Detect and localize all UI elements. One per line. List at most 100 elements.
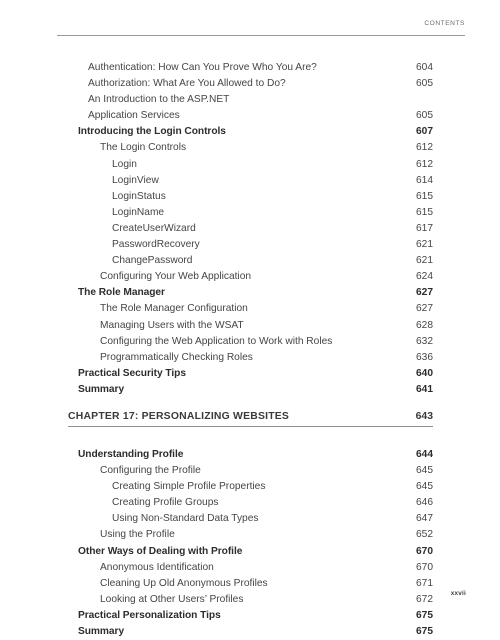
toc-entry-title: Configuring the Web Application to Work …	[100, 335, 333, 347]
toc-entry-title: Configuring Your Web Application	[100, 271, 252, 283]
toc-entry: Understanding Profile 644	[0, 447, 500, 463]
running-head-label: CONTENTS	[424, 20, 465, 27]
toc-entry-title: ChangePassword	[112, 255, 193, 267]
chapter-heading-rule	[68, 425, 433, 428]
toc-entry-page-number: 670	[416, 545, 433, 557]
toc-entry-title: LoginName	[112, 206, 165, 218]
toc-entry: LoginStatus 615	[0, 189, 500, 205]
toc-entry-page-number: 615	[416, 190, 433, 202]
toc-entry-page-number: 645	[416, 481, 433, 493]
toc-entry-page-number: 605	[416, 110, 433, 122]
toc-entry-title: Application Services	[88, 110, 180, 122]
toc-entry: CreateUserWizard 617	[0, 221, 500, 237]
toc-entry: PasswordRecovery 621	[0, 237, 500, 253]
toc-entry-title: Practical Personalization Tips	[78, 609, 221, 621]
toc-entry-page-number: 670	[416, 561, 433, 573]
toc-entry-page-number: 627	[416, 303, 433, 315]
toc-entry-page-number: 646	[416, 497, 433, 509]
toc-entry-title: Anonymous Identification	[100, 561, 214, 573]
toc-entry: The Role Manager Configuration 627	[0, 301, 500, 317]
toc-entry-page-number: 612	[416, 142, 433, 154]
toc-entry: Configuring Your Web Application 624	[0, 269, 500, 285]
chapter-spacer	[0, 438, 500, 447]
toc-entry-page-number: 632	[416, 335, 433, 347]
toc-entry-title: LoginStatus	[112, 190, 166, 202]
toc-entry-title: Creating Profile Groups	[112, 497, 219, 509]
toc-entry: Creating Profile Groups 646	[0, 495, 500, 511]
toc-entry: Programmatically Checking Roles 636	[0, 350, 500, 366]
chapter-heading: CHAPTER 17: PERSONALIZING WEBSITES 643	[0, 410, 500, 428]
toc-entry-page-number: 621	[416, 239, 433, 251]
toc-entry-title: Introducing the Login Controls	[78, 126, 226, 138]
toc-entry: Configuring the Profile 645	[0, 463, 500, 479]
toc-entry-page-number: 628	[416, 319, 433, 331]
toc-entry: Using Non-Standard Data Types 647	[0, 511, 500, 527]
toc-entry-page-number: 627	[416, 287, 433, 299]
toc-entry-title: Authorization: What Are You Allowed to D…	[88, 78, 286, 90]
toc-entry-title: PasswordRecovery	[112, 239, 200, 251]
toc-entry-title: The Role Manager Configuration	[100, 303, 248, 315]
toc-entry: An Introduction to the ASP.NET	[0, 92, 500, 108]
table-of-contents: Authentication: How Can You Prove Who Yo…	[0, 60, 500, 640]
toc-entry-title: Configuring the Profile	[100, 465, 201, 477]
toc-entry-title: Managing Users with the WSAT	[100, 319, 244, 331]
toc-entry-title: Creating Simple Profile Properties	[112, 481, 266, 493]
toc-entry-page-number: 652	[416, 529, 433, 541]
toc-entry-title: Summary	[78, 383, 125, 395]
toc-entry-page-number: 607	[416, 126, 433, 138]
toc-entry: The Role Manager 627	[0, 285, 500, 301]
toc-entry-page-number: 617	[416, 222, 433, 234]
toc-entry: LoginView 614	[0, 173, 500, 189]
toc-entry: Practical Security Tips 640	[0, 366, 500, 382]
toc-entry-page-number: 675	[416, 609, 433, 621]
toc-entry-title: Other Ways of Dealing with Profile	[78, 545, 243, 557]
chapter-heading-page-number: 643	[415, 410, 433, 422]
toc-entry-page-number: 614	[416, 174, 433, 186]
toc-entry: Application Services 605	[0, 108, 500, 124]
toc-entry-title: An Introduction to the ASP.NET	[88, 94, 230, 106]
toc-entry-title: The Login Controls	[100, 142, 187, 154]
toc-entry: Other Ways of Dealing with Profile 670	[0, 544, 500, 560]
toc-entry: Using the Profile 652	[0, 527, 500, 543]
toc-entry-page-number: 612	[416, 158, 433, 170]
toc-entry: Creating Simple Profile Properties 645	[0, 479, 500, 495]
toc-entry: Authentication: How Can You Prove Who Yo…	[0, 60, 500, 76]
toc-entry-page-number: 636	[416, 351, 433, 363]
document-page: CONTENTS Authentication: How Can You Pro…	[0, 0, 500, 637]
toc-entry: ChangePassword 621	[0, 253, 500, 269]
chapter-heading-title: CHAPTER 17: PERSONALIZING WEBSITES	[68, 410, 290, 422]
toc-entry-title: CreateUserWizard	[112, 222, 196, 234]
toc-entry: Anonymous Identification 670	[0, 560, 500, 576]
toc-entry-title: Using Non-Standard Data Types	[112, 513, 259, 525]
toc-entry-page-number: 645	[416, 465, 433, 477]
toc-entry-page-number: 640	[416, 367, 433, 379]
toc-entry-page-number: 647	[416, 513, 433, 525]
toc-entry-title: Understanding Profile	[78, 448, 184, 460]
toc-entry: Introducing the Login Controls 607	[0, 124, 500, 140]
running-head-rule	[57, 35, 465, 36]
toc-entry: Summary 675	[0, 624, 500, 640]
toc-entry-page-number: 621	[416, 255, 433, 267]
toc-entry-page-number: 604	[416, 62, 433, 73]
toc-entry: Login 612	[0, 157, 500, 173]
toc-entry-page-number: 615	[416, 206, 433, 218]
toc-entry: Summary 641	[0, 382, 500, 398]
toc-entry-title: Summary	[78, 626, 125, 637]
toc-entry-page-number: 641	[416, 383, 433, 395]
toc-entry-title: Authentication: How Can You Prove Who Yo…	[88, 62, 317, 73]
toc-entry-page-number: 605	[416, 78, 433, 90]
toc-section-chapter17: Understanding Profile 644 Configuring the …	[0, 447, 500, 640]
toc-entry: Managing Users with the WSAT 628	[0, 318, 500, 334]
folio-page-number: xxvii	[450, 590, 466, 597]
toc-entry-title: The Role Manager	[78, 287, 165, 299]
toc-entry-title: Programmatically Checking Roles	[100, 351, 253, 363]
toc-entry: Practical Personalization Tips 675	[0, 608, 500, 624]
toc-entry: Configuring the Web Application to Work …	[0, 334, 500, 350]
toc-entry: LoginName 615	[0, 205, 500, 221]
folio: xxvii	[0, 590, 500, 602]
toc-section-chapter16: Authentication: How Can You Prove Who Yo…	[0, 60, 500, 398]
toc-entry: Authorization: What Are You Allowed to D…	[0, 76, 500, 92]
toc-entry-title: LoginView	[112, 174, 159, 186]
toc-entry-title: Login	[112, 158, 137, 170]
toc-entry: The Login Controls 612	[0, 140, 500, 156]
